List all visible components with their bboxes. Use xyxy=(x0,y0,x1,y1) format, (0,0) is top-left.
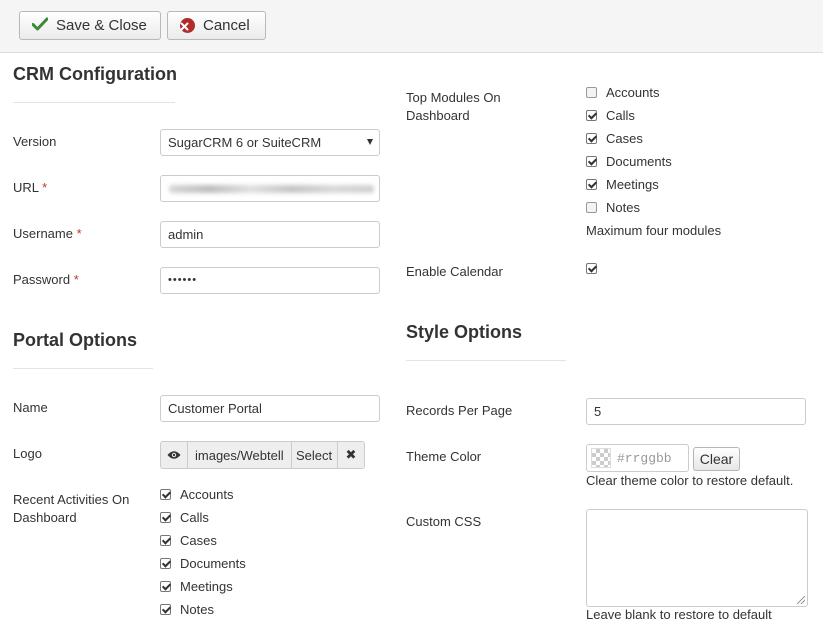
version-selected-value: SugarCRM 6 or SuiteCRM xyxy=(168,135,322,150)
password-label-text: Password xyxy=(13,272,71,287)
recent-checkbox-accounts[interactable]: Accounts xyxy=(160,487,233,502)
username-label-text: Username xyxy=(13,226,73,241)
checkbox-label: Calls xyxy=(606,108,635,123)
toolbar: Save & Close Cancel xyxy=(0,0,823,53)
checkbox-label: Notes xyxy=(606,200,640,215)
logo-path-value: images/Webtell xyxy=(188,442,292,468)
url-blurred-value xyxy=(169,185,374,193)
portal-name-value: Customer Portal xyxy=(168,401,262,416)
username-field[interactable]: admin xyxy=(160,221,380,248)
logo-clear-icon[interactable]: ✖ xyxy=(338,442,364,468)
url-field[interactable] xyxy=(160,175,380,202)
password-field[interactable]: •••••• xyxy=(160,267,380,294)
logo-label: Logo xyxy=(13,446,42,461)
checkbox-icon[interactable] xyxy=(586,133,597,144)
top-checkbox-calls[interactable]: Calls xyxy=(586,108,635,123)
crm-configuration-heading: CRM Configuration xyxy=(13,64,177,84)
checkbox-icon[interactable] xyxy=(586,202,597,213)
style-heading-divider xyxy=(406,360,566,361)
dropdown-arrow-icon xyxy=(367,139,373,145)
clear-theme-color-button[interactable]: Clear xyxy=(693,447,740,471)
theme-color-field[interactable]: #rrggbb xyxy=(586,444,689,472)
username-value: admin xyxy=(168,227,204,242)
checkbox-label: Calls xyxy=(180,510,209,525)
password-label: Password * xyxy=(13,271,79,289)
checkbox-icon[interactable] xyxy=(160,581,171,592)
checkbox-label: Documents xyxy=(180,556,246,571)
checkbox-icon[interactable] xyxy=(586,87,597,98)
theme-color-label: Theme Color xyxy=(406,449,482,464)
cancel-button[interactable]: Cancel xyxy=(167,11,266,40)
preview-eye-icon[interactable] xyxy=(161,442,188,468)
logo-select-button[interactable]: Select xyxy=(292,442,338,468)
version-label: Version xyxy=(13,134,57,149)
recent-checkbox-cases[interactable]: Cases xyxy=(160,533,217,548)
top-checkbox-notes[interactable]: Notes xyxy=(586,200,640,215)
required-marker: * xyxy=(42,180,48,195)
checkbox-label: Meetings xyxy=(180,579,233,594)
username-label: Username * xyxy=(13,225,82,243)
recent-checkbox-calls[interactable]: Calls xyxy=(160,510,209,525)
portal-heading-divider xyxy=(13,368,153,369)
cancel-icon xyxy=(180,18,195,33)
checkbox-icon[interactable] xyxy=(160,604,171,615)
checkbox-icon[interactable] xyxy=(586,179,597,190)
cancel-label: Cancel xyxy=(203,17,250,34)
custom-css-label: Custom CSS xyxy=(406,514,482,529)
checkbox-label: Cases xyxy=(606,131,643,146)
enable-calendar-label: Enable Calendar xyxy=(406,264,503,279)
save-close-label: Save & Close xyxy=(56,17,147,34)
recent-checkbox-notes[interactable]: Notes xyxy=(160,602,214,617)
checkbox-icon[interactable] xyxy=(160,558,171,569)
records-per-page-field[interactable]: 5 xyxy=(586,398,806,425)
checkbox-label: Accounts xyxy=(180,487,234,502)
top-checkbox-meetings[interactable]: Meetings xyxy=(586,177,659,192)
top-checkbox-cases[interactable]: Cases xyxy=(586,131,643,146)
max-modules-note: Maximum four modules xyxy=(586,223,722,238)
save-close-button[interactable]: Save & Close xyxy=(19,11,161,40)
checkbox-label: Documents xyxy=(606,154,672,169)
checkbox-label: Accounts xyxy=(606,85,660,100)
portal-name-field[interactable]: Customer Portal xyxy=(160,395,380,422)
color-swatch-icon[interactable] xyxy=(591,448,611,468)
crm-heading-divider xyxy=(13,102,175,103)
top-modules-label: Top Modules On Dashboard xyxy=(406,90,501,123)
theme-color-note: Clear theme color to restore default. xyxy=(586,473,794,488)
theme-color-placeholder: #rrggbb xyxy=(617,450,672,466)
top-checkbox-documents[interactable]: Documents xyxy=(586,154,672,169)
checkbox-icon[interactable] xyxy=(586,156,597,167)
resize-handle-icon[interactable] xyxy=(797,596,805,604)
url-label-text: URL xyxy=(13,180,39,195)
checkbox-icon[interactable] xyxy=(160,512,171,523)
required-marker: * xyxy=(76,226,82,241)
custom-css-note: Leave blank to restore to default xyxy=(586,607,772,622)
checkbox-icon[interactable] xyxy=(160,535,171,546)
checkbox-label: Meetings xyxy=(606,177,659,192)
password-masked-value: •••••• xyxy=(168,274,198,286)
records-per-page-label: Records Per Page xyxy=(406,403,513,418)
required-marker: * xyxy=(73,272,79,287)
style-options-heading: Style Options xyxy=(406,322,523,342)
recent-checkbox-meetings[interactable]: Meetings xyxy=(160,579,233,594)
recent-checkbox-documents[interactable]: Documents xyxy=(160,556,246,571)
custom-css-textarea[interactable] xyxy=(586,509,808,607)
portal-name-label: Name xyxy=(13,400,48,415)
enable-calendar-checkbox[interactable] xyxy=(586,263,606,274)
logo-media-field: images/Webtell Select ✖ xyxy=(160,441,365,469)
recent-activities-label: Recent Activities On Dashboard xyxy=(13,492,130,525)
top-checkbox-accounts[interactable]: Accounts xyxy=(586,85,659,100)
url-label: URL * xyxy=(13,179,47,197)
records-per-page-value: 5 xyxy=(594,404,602,419)
checkbox-label: Notes xyxy=(180,602,214,617)
checkbox-icon[interactable] xyxy=(586,110,597,121)
checkmark-icon xyxy=(31,17,49,35)
checkbox-icon[interactable] xyxy=(160,489,171,500)
version-select[interactable]: SugarCRM 6 or SuiteCRM xyxy=(160,129,380,156)
checkbox-label: Cases xyxy=(180,533,217,548)
portal-options-heading: Portal Options xyxy=(13,330,138,350)
checkbox-icon[interactable] xyxy=(586,263,597,274)
